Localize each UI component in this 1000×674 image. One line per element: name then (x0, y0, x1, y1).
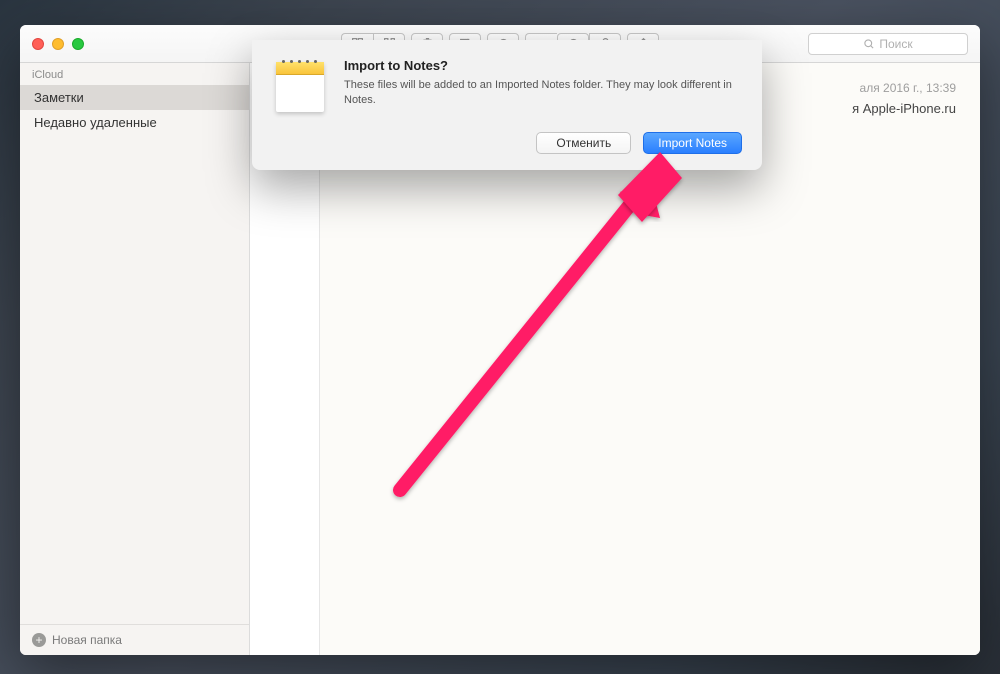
sidebar-section-header: iCloud (20, 63, 249, 85)
dialog-message: These files will be added to an Imported… (344, 78, 742, 109)
notes-app-icon (272, 58, 328, 114)
zoom-icon[interactable] (72, 38, 84, 50)
sidebar-item-notes[interactable]: Заметки (20, 85, 249, 110)
plus-icon: + (32, 633, 46, 647)
search-icon (863, 38, 875, 50)
import-dialog: Import to Notes? These files will be add… (252, 40, 762, 170)
new-folder-label: Новая папка (52, 633, 122, 647)
sidebar-item-recently-deleted[interactable]: Недавно удаленные (20, 110, 249, 135)
search-placeholder: Поиск (879, 37, 912, 51)
import-notes-button[interactable]: Import Notes (643, 132, 742, 154)
cancel-button[interactable]: Отменить (536, 132, 631, 154)
new-folder-button[interactable]: + Новая папка (20, 624, 249, 655)
search-input[interactable]: Поиск (808, 33, 968, 55)
minimize-icon[interactable] (52, 38, 64, 50)
dialog-title: Import to Notes? (344, 58, 742, 73)
sidebar: iCloud Заметки Недавно удаленные + Новая… (20, 63, 250, 655)
close-icon[interactable] (32, 38, 44, 50)
traffic-lights (32, 38, 84, 50)
